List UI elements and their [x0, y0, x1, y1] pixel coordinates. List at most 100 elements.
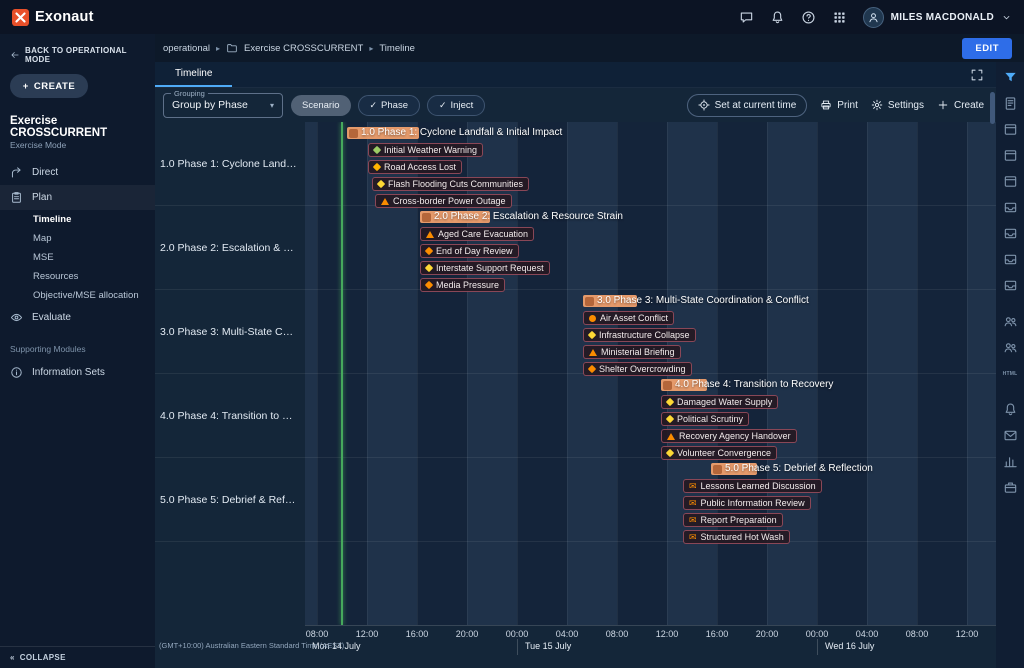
notifications-icon[interactable]	[1003, 402, 1018, 417]
inject-chip[interactable]: Volunteer Convergence	[661, 446, 777, 460]
collapse-chevrons-icon: «	[10, 653, 15, 662]
phase-bar[interactable]: 4.0 Phase 4: Transition to Recovery	[661, 379, 707, 391]
row-label-text: 2.0 Phase 2: Escalation & Resource Strai…	[160, 242, 297, 254]
inject-chip[interactable]: Shelter Overcrowding	[583, 362, 692, 376]
inject-chip[interactable]: ✉Public Information Review	[683, 496, 811, 510]
inject-chip[interactable]: Road Access Lost	[368, 160, 462, 174]
archive-icon-4[interactable]	[1003, 278, 1018, 293]
inject-chip[interactable]: Ministerial Briefing	[583, 345, 681, 359]
chip-label: Phase	[381, 100, 408, 111]
inject-label: Report Preparation	[701, 515, 777, 525]
inject-chip[interactable]: Interstate Support Request	[420, 261, 550, 275]
sidebar-item-map[interactable]: Map	[0, 229, 155, 248]
settings-button[interactable]: Settings	[871, 99, 924, 111]
sidebar-item-resources[interactable]: Resources	[0, 267, 155, 286]
sidebar-item-evaluate[interactable]: Evaluate	[0, 305, 155, 330]
document-icon[interactable]	[1003, 96, 1018, 111]
inject-chip[interactable]: Infrastructure Collapse	[583, 328, 696, 342]
axis-tick: 20:00	[756, 629, 779, 639]
sidebar-item-direct[interactable]: Direct	[0, 160, 155, 185]
briefcase-icon[interactable]	[1003, 480, 1018, 495]
phase-bar[interactable]: 1.0 Phase 1: Cyclone Landfall & Initial …	[347, 127, 419, 139]
breadcrumb-timeline[interactable]: Timeline	[379, 43, 415, 54]
phase-bar[interactable]: 5.0 Phase 5: Debrief & Reflection	[711, 463, 757, 475]
scrollbar-thumb[interactable]	[990, 92, 995, 124]
panel-icon-2[interactable]	[1003, 148, 1018, 163]
apps-grid-icon[interactable]	[832, 10, 847, 25]
inject-chip[interactable]: ✉Structured Hot Wash	[683, 530, 790, 544]
row-label-text: 1.0 Phase 1: Cyclone Landfall & Initial …	[160, 158, 297, 170]
notifications-icon[interactable]	[770, 10, 785, 25]
sidebar-item-plan[interactable]: Plan	[0, 185, 155, 210]
fullscreen-icon[interactable]	[970, 68, 984, 82]
collapse-button[interactable]: « COLLAPSE	[0, 646, 155, 668]
edit-button[interactable]: EDIT	[962, 38, 1012, 59]
inject-chip[interactable]: ✉Lessons Learned Discussion	[683, 479, 822, 493]
panel-icon-1[interactable]	[1003, 122, 1018, 137]
archive-icon-3[interactable]	[1003, 252, 1018, 267]
help-icon[interactable]	[801, 10, 816, 25]
mail-icon[interactable]	[1003, 428, 1018, 443]
panel-icon-3[interactable]	[1003, 174, 1018, 189]
phase-flag-icon	[422, 213, 431, 222]
inject-chip[interactable]: Damaged Water Supply	[661, 395, 778, 409]
chart-icon[interactable]	[1003, 454, 1018, 469]
axis-tick: 20:00	[456, 629, 479, 639]
inject-chip[interactable]: ✉Report Preparation	[683, 513, 783, 527]
phase-bar[interactable]: 2.0 Phase 2: Escalation & Resource Strai…	[420, 211, 490, 223]
gantt-row-label: 3.0 Phase 3: Multi-State Coordination & …	[155, 290, 305, 374]
mail-icon: ✉	[689, 482, 697, 491]
chat-icon[interactable]	[739, 10, 754, 25]
app-logo[interactable]: Exonaut	[12, 9, 94, 26]
sidebar-item-mse[interactable]: MSE	[0, 248, 155, 267]
html-icon[interactable]: HTML	[1003, 366, 1018, 381]
inject-label: Political Scrutiny	[677, 414, 743, 424]
grouping-select[interactable]: Grouping Group by Phase ▾	[163, 93, 283, 118]
tab-timeline[interactable]: Timeline	[155, 62, 232, 87]
logo-x-icon	[12, 9, 29, 26]
sidebar-item-information-sets[interactable]: Information Sets	[0, 360, 155, 385]
inject-chip[interactable]: Cross-border Power Outage	[375, 194, 512, 208]
create-button[interactable]: + CREATE	[10, 74, 88, 98]
back-to-operational-mode-button[interactable]: BACK TO OPERATIONAL MODE	[0, 34, 155, 72]
sidebar-item-timeline[interactable]: Timeline	[0, 210, 155, 229]
archive-icon-1[interactable]	[1003, 200, 1018, 215]
inject-chip[interactable]: Political Scrutiny	[661, 412, 749, 426]
diamond-icon	[588, 331, 596, 339]
triangle-icon	[381, 198, 389, 205]
set-at-current-time-button[interactable]: Set at current time	[687, 94, 808, 117]
filter-chip-inject[interactable]: ✓Inject	[427, 95, 485, 116]
sidebar-item-label: Evaluate	[32, 312, 71, 323]
create-inject-button[interactable]: Create	[937, 99, 984, 111]
row-label-text: 4.0 Phase 4: Transition to Recovery	[160, 410, 297, 422]
inject-label: Interstate Support Request	[436, 263, 544, 273]
users-icon-2[interactable]	[1003, 340, 1018, 355]
inject-chip[interactable]: Air Asset Conflict	[583, 311, 674, 325]
axis-tick: 12:00	[656, 629, 679, 639]
axis-tick: 00:00	[806, 629, 829, 639]
inject-chip[interactable]: Media Pressure	[420, 278, 505, 292]
sidebar-item-label: Resources	[33, 271, 78, 282]
gantt: 1.0 Phase 1: Cyclone Landfall & Initial …	[155, 122, 996, 668]
inject-chip[interactable]: Aged Care Evacuation	[420, 227, 534, 241]
print-button[interactable]: Print	[820, 99, 858, 111]
breadcrumb-operational[interactable]: operational	[163, 43, 210, 54]
inject-chip[interactable]: Initial Weather Warning	[368, 143, 483, 157]
inject-chip[interactable]: Recovery Agency Handover	[661, 429, 797, 443]
inject-label: Public Information Review	[701, 498, 805, 508]
inject-chip[interactable]: End of Day Review	[420, 244, 519, 258]
inject-chip[interactable]: Flash Flooding Cuts Communities	[372, 177, 529, 191]
axis-day: Tue 15 July	[517, 639, 817, 655]
gantt-chart[interactable]: 1.0 Phase 1: Cyclone Landfall & Initial …	[305, 122, 996, 625]
user-menu[interactable]: MILES MACDONALD	[863, 7, 1012, 28]
sidebar-item-objective-mse-allocation[interactable]: Objective/MSE allocation	[0, 286, 155, 305]
archive-icon-2[interactable]	[1003, 226, 1018, 241]
filter-icon[interactable]	[1003, 70, 1018, 85]
phase-bar[interactable]: 3.0 Phase 3: Multi-State Coordination & …	[583, 295, 637, 307]
exercise-title: Exercise CROSSCURRENT	[0, 102, 155, 140]
filter-chip-phase[interactable]: ✓Phase	[358, 95, 420, 116]
filter-chip-scenario[interactable]: Scenario	[291, 95, 351, 116]
inject-label: Shelter Overcrowding	[599, 364, 686, 374]
users-icon-1[interactable]	[1003, 314, 1018, 329]
breadcrumb-exercise[interactable]: Exercise CROSSCURRENT	[244, 43, 363, 54]
